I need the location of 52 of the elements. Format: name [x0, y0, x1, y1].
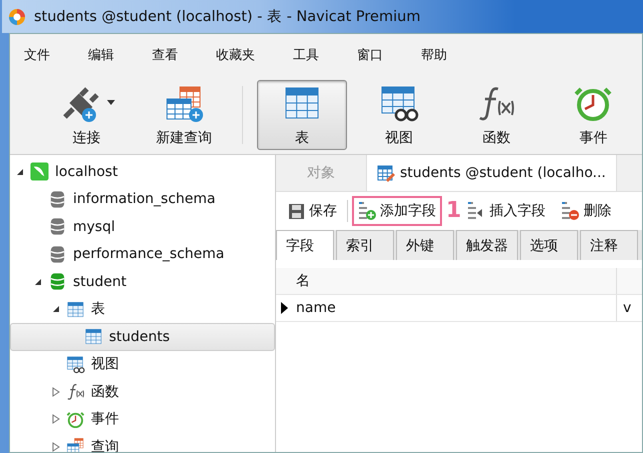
database-icon: [48, 272, 67, 292]
object-tab[interactable]: students @student (localho...: [367, 155, 617, 191]
database-icon: [48, 190, 67, 209]
toolbar-button[interactable]: 事件: [548, 80, 638, 150]
alarm-clock-icon: [66, 410, 85, 429]
toolbar-button[interactable]: 视图: [354, 80, 444, 150]
step-number: 1: [446, 198, 462, 224]
toolbar-button[interactable]: 保存: [282, 197, 343, 225]
tree-item[interactable]: 事件: [10, 406, 275, 433]
table-cell: name: [292, 295, 617, 321]
tree-item[interactable]: localhost: [10, 158, 275, 186]
save-icon: [288, 202, 305, 220]
function-icon: [66, 382, 85, 402]
tree-item[interactable]: information_schema: [10, 186, 275, 213]
view-icon: [66, 354, 85, 374]
database-icon: [48, 244, 67, 264]
toolbar-button[interactable]: 插入字段: [461, 196, 552, 226]
tree-item[interactable]: 表: [10, 296, 275, 323]
menu-item[interactable]: 帮助: [415, 46, 453, 64]
tree-item-selected[interactable]: students: [10, 323, 275, 350]
menu-item[interactable]: 文件: [18, 46, 56, 64]
column-header: 名: [292, 268, 617, 294]
toolbar-button[interactable]: 添加字段: [352, 196, 442, 226]
delete-field-icon: [561, 201, 580, 221]
menu-item[interactable]: 查看: [146, 46, 184, 64]
tree-item[interactable]: 函数: [10, 378, 275, 406]
table-cell-text: v: [622, 300, 632, 316]
table-icon: [66, 300, 85, 319]
menu-item[interactable]: 收藏夹: [210, 46, 261, 64]
tab[interactable]: 触发器: [456, 230, 518, 260]
tab[interactable]: 字段: [276, 230, 334, 260]
menu-item[interactable]: 编辑: [82, 46, 120, 64]
table-icon: [84, 327, 103, 346]
tree-item[interactable]: student: [10, 268, 275, 296]
tree-item[interactable]: performance_schema: [10, 240, 275, 268]
toolbar-button[interactable]: 连接: [42, 80, 132, 150]
tab[interactable]: 索引: [336, 230, 394, 260]
toolbar-button[interactable]: 删除: [555, 196, 618, 226]
tab[interactable]: 外键: [396, 230, 454, 260]
add-field-icon: [358, 201, 376, 221]
app-logo-icon: [8, 8, 26, 26]
toolbar-button[interactable]: 新建查询: [139, 80, 228, 150]
toolbar-button[interactable]: 表: [257, 80, 346, 150]
tab[interactable]: 选项: [520, 230, 578, 260]
tree-item[interactable]: 视图: [10, 350, 275, 378]
menu-item[interactable]: 工具: [287, 46, 325, 64]
database-icon: [48, 217, 67, 236]
menu-item[interactable]: 窗口: [351, 46, 389, 64]
tab[interactable]: 注释: [580, 230, 638, 260]
window-title: students @student (localhost) - 表 - Navicat Premium: [34, 8, 420, 26]
tree-item[interactable]: mysql: [10, 213, 275, 240]
toolbar-button[interactable]: 函数: [452, 80, 541, 150]
